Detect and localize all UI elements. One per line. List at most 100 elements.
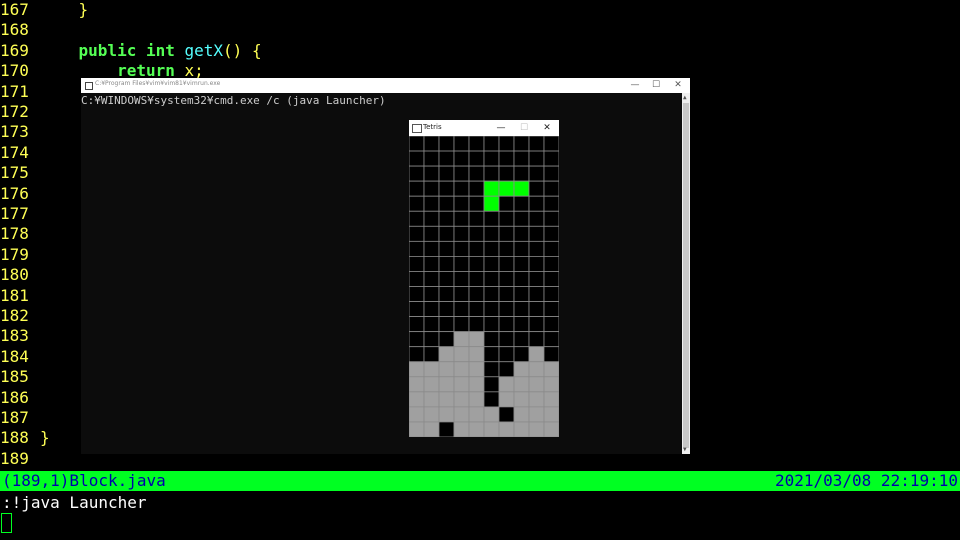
editor-line[interactable]: 171 [0, 82, 40, 102]
board-cell-empty [423, 346, 440, 363]
board-cell-empty [498, 331, 515, 348]
minimize-button[interactable]: — [624, 78, 646, 93]
locked-block [423, 421, 440, 437]
board-cell-empty [498, 210, 515, 227]
board-cell-empty [468, 210, 485, 227]
editor-line[interactable]: 180 [0, 265, 40, 285]
editor-line[interactable]: 167 } [0, 0, 88, 20]
locked-block [498, 376, 515, 393]
board-cell-empty [409, 195, 425, 212]
board-cell-empty [438, 240, 455, 257]
board-cell-empty [528, 180, 545, 197]
scrollbar-thumb[interactable] [683, 103, 689, 448]
board-cell-empty [438, 136, 455, 152]
locked-block [468, 331, 485, 348]
scroll-up-icon[interactable]: ▲ [683, 94, 687, 101]
board-cell-empty [409, 331, 425, 348]
board-cell-empty [498, 165, 515, 182]
locked-block [513, 376, 530, 393]
vim-command-line[interactable]: :!java Launcher [2, 493, 147, 513]
editor-line[interactable]: 168 [0, 20, 40, 40]
editor-line[interactable]: 184 [0, 347, 40, 367]
editor-line[interactable]: 183 [0, 326, 40, 346]
locked-block [453, 376, 470, 393]
board-cell-empty [438, 150, 455, 167]
locked-block [409, 391, 425, 408]
editor-line[interactable]: 178 [0, 224, 40, 244]
editor-line[interactable]: 176 [0, 184, 40, 204]
editor-line[interactable]: 187 [0, 408, 40, 428]
editor-line[interactable]: 185 [0, 367, 40, 387]
editor-line[interactable]: 172 [0, 102, 40, 122]
board-cell-empty [438, 271, 455, 287]
editor-line[interactable]: 177 [0, 204, 40, 224]
editor-line[interactable]: 182 [0, 306, 40, 326]
locked-block [543, 421, 559, 437]
line-code: } [40, 428, 50, 448]
cmd-window-titlebar[interactable]: C:¥Program Files¥vim¥vim81¥vimrun.exe — … [81, 78, 690, 93]
board-cell-empty [468, 286, 485, 302]
locked-block [453, 406, 470, 423]
tetris-board[interactable] [409, 136, 559, 437]
line-number: 167 [0, 0, 29, 19]
locked-block [543, 391, 559, 408]
locked-block [543, 376, 559, 393]
locked-block [423, 361, 440, 378]
locked-block [453, 331, 470, 348]
board-cell-empty [513, 240, 530, 257]
board-cell-empty [468, 195, 485, 212]
tetris-maximize-button[interactable]: ☐ [513, 120, 535, 136]
editor-line[interactable]: 175 [0, 163, 40, 183]
board-cell-empty [453, 136, 470, 152]
line-number: 174 [0, 142, 29, 162]
tetris-close-button[interactable]: ✕ [536, 120, 558, 136]
editor-line[interactable]: 186 [0, 388, 40, 408]
board-cell-empty [438, 301, 455, 318]
close-button[interactable]: ✕ [667, 78, 689, 93]
board-cell-empty [423, 301, 440, 318]
cmd-scrollbar[interactable]: ▲ ▼ [682, 93, 690, 454]
board-cell-empty [468, 256, 485, 272]
scroll-down-icon[interactable]: ▼ [683, 446, 687, 453]
line-number: 179 [0, 244, 29, 264]
board-cell-empty [453, 256, 470, 272]
tetris-window[interactable]: Tetris — ☐ ✕ [409, 120, 559, 437]
editor-line[interactable]: 179 [0, 245, 40, 265]
maximize-button[interactable]: ☐ [645, 78, 667, 93]
line-number: 173 [0, 122, 29, 142]
board-cell-empty [498, 346, 515, 363]
locked-block [528, 376, 545, 393]
board-cell-empty [498, 316, 515, 333]
cmd-window[interactable]: C:¥Program Files¥vim¥vim81¥vimrun.exe — … [81, 78, 690, 454]
board-cell-empty [543, 210, 559, 227]
board-cell-empty [423, 271, 440, 287]
board-cell-empty [513, 256, 530, 272]
board-cell-empty [438, 256, 455, 272]
board-cell-empty [528, 301, 545, 318]
editor-line[interactable]: 189 [0, 449, 40, 469]
board-cell-empty [528, 271, 545, 287]
board-cell-empty [543, 346, 559, 363]
editor-line[interactable]: 188} [0, 428, 50, 448]
board-cell-empty [543, 136, 559, 152]
statusline-file-info: (189,1)Block.java [2, 471, 166, 490]
board-cell-empty [468, 240, 485, 257]
tetris-titlebar[interactable]: Tetris — ☐ ✕ [409, 120, 559, 136]
editor-line[interactable]: 181 [0, 286, 40, 306]
editor-line[interactable]: 173 [0, 122, 40, 142]
board-cell-empty [543, 256, 559, 272]
board-cell-empty [438, 210, 455, 227]
editor-line[interactable]: 169 public int getX() { [0, 41, 262, 61]
board-cell-empty [438, 195, 455, 212]
line-number: 189 [0, 448, 29, 468]
board-cell-empty [528, 225, 545, 242]
board-cell-empty [498, 225, 515, 242]
board-cell-empty [468, 271, 485, 287]
line-number: 185 [0, 367, 29, 387]
locked-block [528, 406, 545, 423]
tetris-minimize-button[interactable]: — [490, 120, 512, 136]
board-cell-empty [543, 165, 559, 182]
board-cell-empty [483, 286, 500, 302]
board-cell-empty [423, 240, 440, 257]
editor-line[interactable]: 174 [0, 143, 40, 163]
